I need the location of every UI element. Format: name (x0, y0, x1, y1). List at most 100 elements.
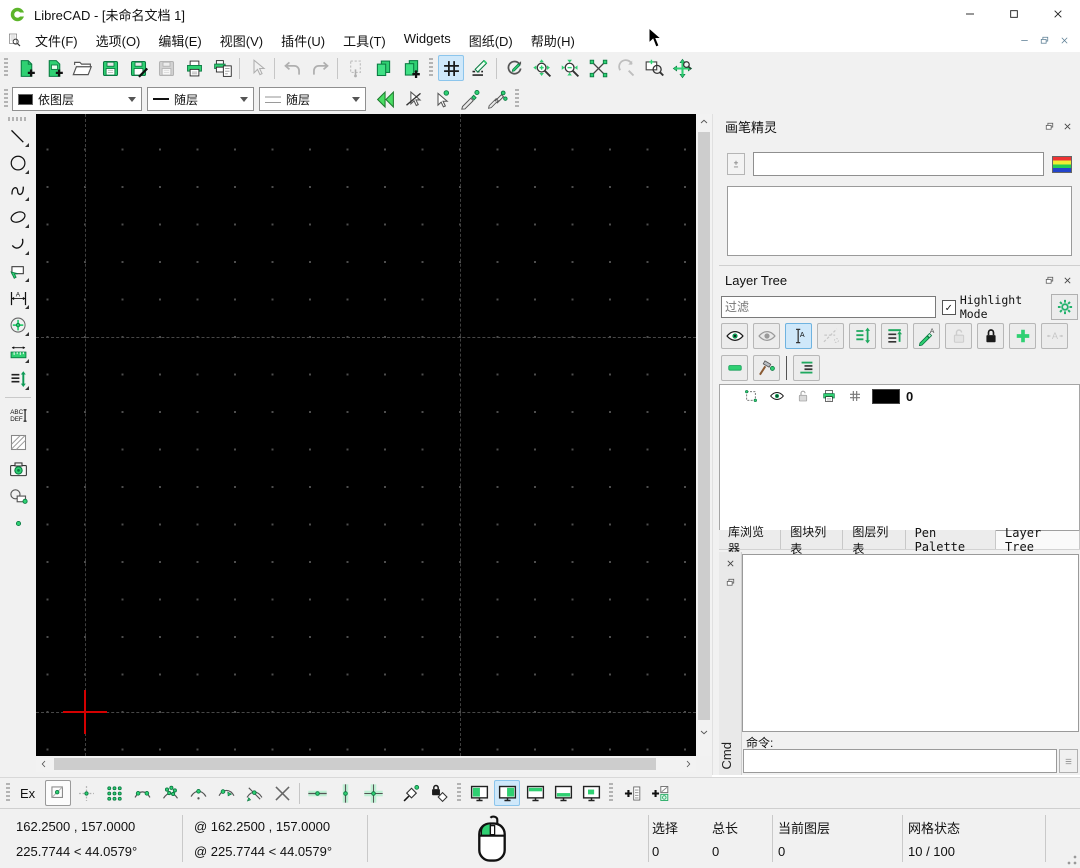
float-panel-icon[interactable] (721, 574, 739, 590)
pen-pick-button[interactable] (428, 86, 454, 112)
remove-layer-button[interactable] (721, 355, 748, 381)
toolbar-grip[interactable] (6, 783, 10, 803)
layer-settings-button[interactable] (1051, 294, 1078, 320)
menu-widgets[interactable]: Widgets (395, 29, 460, 52)
hide-all-layers-button[interactable] (753, 323, 780, 349)
close-panel-icon[interactable] (1058, 119, 1076, 135)
menu-edit[interactable]: 编辑(E) (149, 29, 210, 52)
close-panel-icon[interactable] (1058, 273, 1076, 289)
save-as-button[interactable] (125, 55, 151, 81)
print-icon[interactable] (820, 387, 838, 405)
zoom-window-button[interactable] (641, 55, 667, 81)
snap-free-button[interactable] (45, 780, 71, 806)
print-preview-button[interactable] (209, 55, 235, 81)
close-panel-icon[interactable] (721, 555, 739, 571)
command-history[interactable] (742, 554, 1079, 732)
modify-tool-button[interactable] (4, 312, 32, 339)
redraw-button[interactable] (501, 55, 527, 81)
highlight-mode-toggle[interactable]: ✓ Highlight Mode (942, 293, 1052, 321)
dock-area-right-button[interactable] (494, 780, 520, 806)
menu-view[interactable]: 视图(V) (211, 29, 272, 52)
float-panel-icon[interactable] (1040, 273, 1058, 289)
vertical-scrollbar[interactable] (696, 114, 712, 756)
sort-layers-top-button[interactable] (881, 323, 908, 349)
color-combo[interactable]: 依图层 (12, 87, 142, 111)
open-file-button[interactable] (69, 55, 95, 81)
sort-layers-button[interactable] (849, 323, 876, 349)
maximize-button[interactable] (992, 0, 1036, 28)
layer-color-swatch[interactable] (872, 389, 900, 404)
pen-wizard-combo[interactable] (753, 152, 1044, 176)
add-layer-button[interactable] (1009, 323, 1036, 349)
order-tool-button[interactable] (4, 366, 32, 393)
scroll-up-arrow-icon[interactable] (696, 114, 712, 130)
menu-file[interactable]: 文件(F) (26, 29, 87, 52)
toolbar-grip[interactable] (515, 89, 519, 109)
grid-hash-icon[interactable] (846, 387, 864, 405)
polyline-tool-button[interactable] (4, 231, 32, 258)
command-input[interactable] (743, 749, 1057, 773)
pen-deselect-button[interactable] (400, 86, 426, 112)
dock-area-floating-button[interactable] (578, 780, 604, 806)
checkbox-checked-icon[interactable]: ✓ (942, 300, 956, 315)
command-options-button[interactable] (1059, 749, 1078, 773)
eye-icon[interactable] (768, 387, 786, 405)
add-command-widget-button[interactable] (618, 780, 644, 806)
linewidth-combo[interactable]: 随层 (259, 87, 366, 111)
drawing-canvas[interactable] (36, 114, 696, 756)
layer-name-mode-button[interactable]: A (785, 323, 812, 349)
tab-library-browser[interactable]: 库浏览器 (719, 530, 781, 549)
layer-row[interactable]: 0 (720, 385, 1079, 407)
new-from-template-button[interactable] (41, 55, 67, 81)
snap-middle-button[interactable] (185, 780, 211, 806)
mdi-minimize-button[interactable] (1014, 32, 1034, 48)
draft-mode-button[interactable] (466, 55, 492, 81)
resize-grip[interactable] (1067, 855, 1077, 865)
pen-wizard-list[interactable] (727, 186, 1072, 256)
layer-tools-button[interactable] (753, 355, 780, 381)
grid-toggle-button[interactable] (438, 55, 464, 81)
restrict-vertical-button[interactable] (332, 780, 358, 806)
new-document-button[interactable] (13, 55, 39, 81)
toolbar-grip[interactable] (4, 89, 8, 109)
zoom-pan-button[interactable] (669, 55, 695, 81)
tab-layer-list[interactable]: 图层列表 (843, 530, 905, 549)
selection-frame-icon[interactable] (742, 387, 760, 405)
snap-distance-button[interactable] (213, 780, 239, 806)
dock-area-left-button[interactable] (466, 780, 492, 806)
lock-relative-zero-button[interactable] (426, 780, 452, 806)
dock-area-bottom-button[interactable] (550, 780, 576, 806)
dimension-tool-button[interactable]: A (4, 285, 32, 312)
mdi-close-button[interactable] (1054, 32, 1074, 48)
snap-grid-button[interactable] (73, 780, 99, 806)
zoom-in-button[interactable] (529, 55, 555, 81)
image-tool-button[interactable] (4, 456, 32, 483)
menu-plugins[interactable]: 插件(U) (272, 29, 334, 52)
show-all-layers-button[interactable] (721, 323, 748, 349)
dock-area-top-button[interactable] (522, 780, 548, 806)
circle-tool-button[interactable] (4, 150, 32, 177)
restrict-horizontal-button[interactable] (304, 780, 330, 806)
zoom-out-button[interactable] (557, 55, 583, 81)
add-custom-widget-button[interactable] (646, 780, 672, 806)
float-panel-icon[interactable] (1040, 119, 1058, 135)
layer-filter-input[interactable] (721, 296, 936, 318)
flatten-tree-button[interactable] (793, 355, 820, 381)
snap-endpoints-button[interactable] (101, 780, 127, 806)
toolbar-grip[interactable] (429, 58, 433, 78)
pen-apply-button[interactable] (456, 86, 482, 112)
mdi-restore-button[interactable] (1034, 32, 1054, 48)
close-button[interactable] (1036, 0, 1080, 28)
menu-help[interactable]: 帮助(H) (522, 29, 584, 52)
menu-drawings[interactable]: 图纸(D) (460, 29, 522, 52)
lock-all-layers-button[interactable] (977, 323, 1004, 349)
pen-wizard-spin-button[interactable] (727, 153, 745, 175)
toolbar-grip[interactable] (8, 117, 28, 121)
panel-splitter[interactable] (719, 265, 1080, 266)
block-tool-button[interactable] (4, 483, 32, 510)
edit-layer-pen-button[interactable]: A (913, 323, 940, 349)
pen-copy-button[interactable] (484, 86, 510, 112)
mtext-tool-button[interactable]: ABCDEF (4, 402, 32, 429)
paste-button[interactable] (398, 55, 424, 81)
scroll-right-arrow-icon[interactable] (680, 756, 696, 772)
